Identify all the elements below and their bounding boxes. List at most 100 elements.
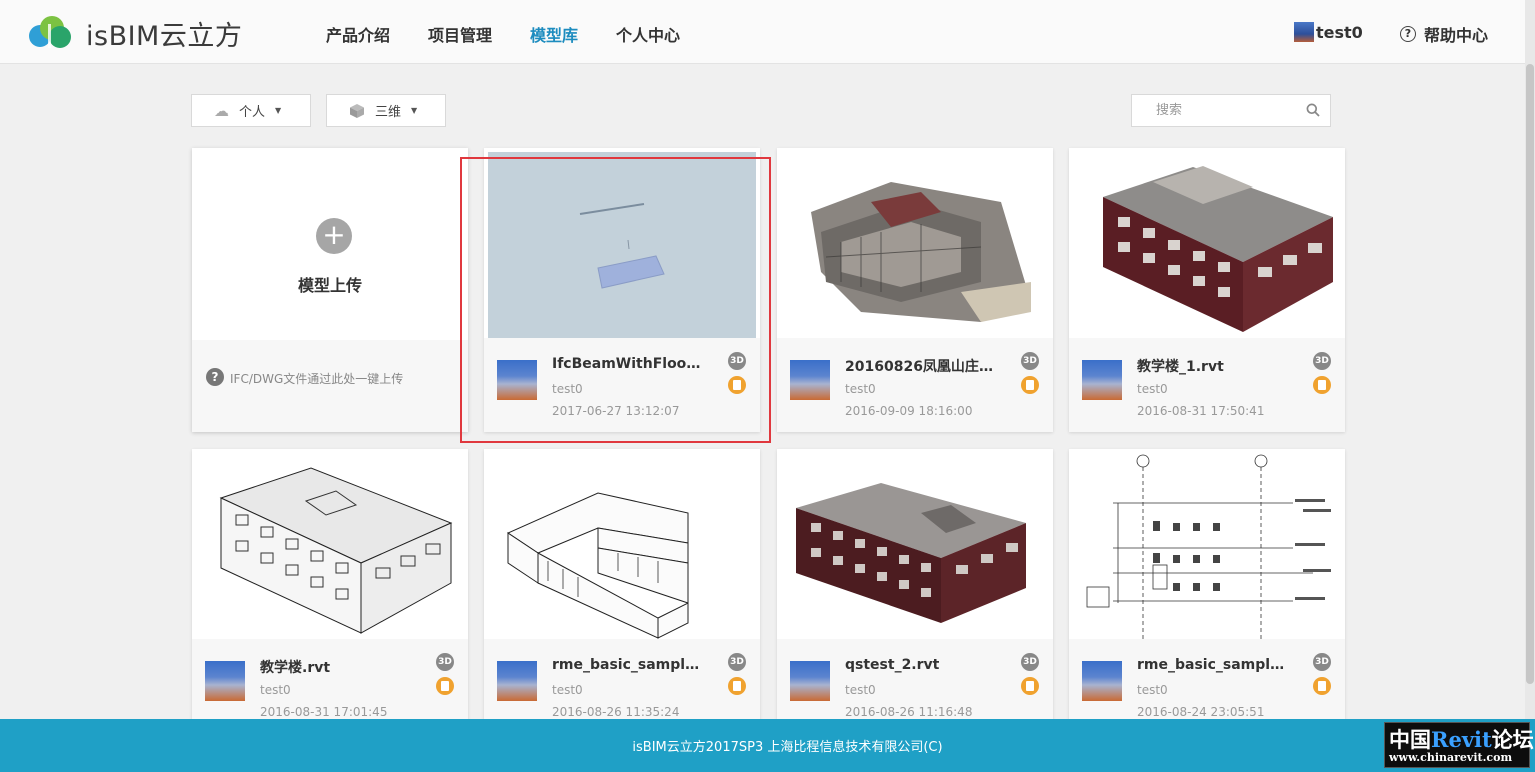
watermark-url: www.chinarevit.com bbox=[1389, 751, 1513, 764]
cloud-icon: ☁ bbox=[214, 101, 229, 120]
model-thumbnail[interactable] bbox=[196, 453, 464, 639]
view-label: 三维 bbox=[375, 105, 402, 120]
plus-icon[interactable]: + bbox=[316, 218, 352, 254]
owner-avatar bbox=[1082, 360, 1122, 400]
model-card[interactable]: 20160826凤凰山庄_... test0 2016-09-09 18:16:… bbox=[777, 148, 1053, 432]
owner-avatar bbox=[790, 360, 830, 400]
3d-badge-icon[interactable]: 3D bbox=[1313, 352, 1331, 370]
document-icon[interactable] bbox=[1313, 677, 1331, 695]
model-thumbnail[interactable] bbox=[488, 152, 756, 338]
upload-hint: IFC/DWG文件通过此处一键上传 bbox=[230, 372, 404, 386]
upload-footer: ? IFC/DWG文件通过此处一键上传 bbox=[192, 340, 468, 432]
model-card[interactable]: rme_basic_sample_... test0 2016-08-24 23… bbox=[1069, 449, 1345, 733]
3d-badge-icon[interactable]: 3D bbox=[1021, 653, 1039, 671]
document-icon[interactable] bbox=[1021, 677, 1039, 695]
footer-bar: isBIM云立方2017SP3 上海比程信息技术有限公司(C) bbox=[0, 719, 1535, 772]
caret-down-icon: ▼ bbox=[411, 106, 418, 115]
watermark-cn-left: 中国 bbox=[1389, 727, 1431, 752]
rme-drawing-thumbnail bbox=[1086, 454, 1331, 639]
school-line-thumbnail bbox=[219, 467, 453, 634]
model-card[interactable]: 教学楼_1.rvt test0 2016-08-31 17:50:41 3D bbox=[1069, 148, 1345, 432]
isbim-logo-icon[interactable] bbox=[26, 14, 74, 50]
model-owner: test0 bbox=[1137, 382, 1168, 396]
owner-avatar bbox=[497, 360, 537, 400]
model-card[interactable]: IfcBeamWithFloor... test0 2017-06-27 13:… bbox=[484, 148, 760, 432]
document-icon[interactable] bbox=[436, 677, 454, 695]
model-title[interactable]: rme_basic_sample_... bbox=[552, 657, 702, 673]
model-date: 2016-08-31 17:50:41 bbox=[1137, 404, 1265, 418]
nav-product-intro[interactable]: 产品介绍 bbox=[326, 22, 390, 46]
page-scrollbar[interactable] bbox=[1525, 0, 1535, 772]
search-icon[interactable] bbox=[1306, 103, 1320, 117]
model-info: 20160826凤凰山庄_... test0 2016-09-09 18:16:… bbox=[777, 338, 1053, 432]
question-icon: ? bbox=[206, 368, 224, 386]
watermark-revit: Revit bbox=[1431, 727, 1492, 752]
model-info: 教学楼_1.rvt test0 2016-08-31 17:50:41 3D bbox=[1069, 338, 1345, 432]
chinarevit-watermark: 中国Revit论坛 www.chinarevit.com bbox=[1384, 722, 1534, 768]
beam-floor-thumbnail bbox=[579, 203, 665, 289]
owner-avatar bbox=[1082, 661, 1122, 701]
watermark-title: 中国Revit论坛 bbox=[1389, 724, 1534, 754]
model-date: 2017-06-27 13:12:07 bbox=[552, 404, 680, 418]
model-owner: test0 bbox=[1137, 683, 1168, 697]
nav-project-management[interactable]: 项目管理 bbox=[428, 22, 492, 46]
model-card[interactable]: rme_basic_sample_... test0 2016-08-26 11… bbox=[484, 449, 760, 733]
model-thumbnail[interactable] bbox=[1073, 453, 1341, 639]
model-owner: test0 bbox=[845, 382, 876, 396]
help-label: 帮助中心 bbox=[1424, 26, 1489, 45]
model-owner: test0 bbox=[552, 382, 583, 396]
scrollbar-thumb[interactable] bbox=[1526, 64, 1534, 684]
brand-name[interactable]: isBIM云立方 bbox=[86, 14, 242, 53]
model-title[interactable]: 教学楼.rvt bbox=[260, 657, 410, 677]
search-input[interactable] bbox=[1132, 95, 1292, 126]
model-card[interactable]: 教学楼.rvt test0 2016-08-31 17:01:45 3D bbox=[192, 449, 468, 733]
top-navbar: isBIM云立方 产品介绍 项目管理 模型库 个人中心 test0 ? 帮助中心 bbox=[0, 0, 1535, 64]
view-dropdown[interactable]: 三维 ▼ bbox=[326, 94, 446, 127]
3d-badge-icon[interactable]: 3D bbox=[1021, 352, 1039, 370]
model-title[interactable]: rme_basic_sample_... bbox=[1137, 657, 1287, 673]
document-icon[interactable] bbox=[1313, 376, 1331, 394]
upload-label: 模型上传 bbox=[297, 276, 362, 295]
user-name: test0 bbox=[1316, 22, 1363, 42]
model-title[interactable]: 20160826凤凰山庄_... bbox=[845, 356, 995, 376]
nav-model-library[interactable]: 模型库 bbox=[530, 22, 578, 46]
rme-line-thumbnail bbox=[506, 492, 689, 639]
model-thumbnail[interactable] bbox=[781, 152, 1049, 338]
3d-badge-icon[interactable]: 3D bbox=[1313, 653, 1331, 671]
help-center-link[interactable]: ? 帮助中心 bbox=[1400, 22, 1488, 46]
footer-copyright: isBIM云立方2017SP3 上海比程信息技术有限公司(C) bbox=[632, 740, 943, 755]
user-avatar bbox=[1294, 22, 1314, 42]
3d-badge-icon[interactable]: 3D bbox=[436, 653, 454, 671]
villa-thumbnail bbox=[811, 182, 1031, 322]
cube-icon bbox=[350, 103, 364, 118]
owner-avatar bbox=[790, 661, 830, 701]
watermark-cn-right: 论坛 bbox=[1491, 727, 1534, 752]
owner-avatar bbox=[497, 661, 537, 701]
model-thumbnail[interactable] bbox=[488, 453, 756, 639]
school-red-thumbnail bbox=[1103, 166, 1333, 332]
nav-personal-center[interactable]: 个人中心 bbox=[616, 22, 680, 46]
model-date: 2016-08-26 11:35:24 bbox=[552, 705, 680, 719]
model-info: IfcBeamWithFloor... test0 2017-06-27 13:… bbox=[484, 338, 760, 432]
model-owner: test0 bbox=[552, 683, 583, 697]
model-owner: test0 bbox=[260, 683, 291, 697]
user-menu[interactable]: test0 bbox=[1294, 22, 1363, 42]
question-circle-icon: ? bbox=[1400, 26, 1416, 42]
document-icon[interactable] bbox=[728, 677, 746, 695]
model-thumbnail[interactable] bbox=[781, 453, 1049, 639]
model-thumbnail[interactable] bbox=[1073, 152, 1341, 338]
model-title[interactable]: IfcBeamWithFloor... bbox=[552, 356, 702, 372]
document-icon[interactable] bbox=[1021, 376, 1039, 394]
document-icon[interactable] bbox=[728, 376, 746, 394]
model-card[interactable]: qstest_2.rvt test0 2016-08-26 11:16:48 3… bbox=[777, 449, 1053, 733]
model-title[interactable]: qstest_2.rvt bbox=[845, 657, 995, 673]
3d-badge-icon[interactable]: 3D bbox=[728, 653, 746, 671]
caret-down-icon: ▼ bbox=[275, 106, 282, 115]
model-upload-card[interactable]: + 模型上传 ? IFC/DWG文件通过此处一键上传 bbox=[192, 148, 468, 432]
model-title[interactable]: 教学楼_1.rvt bbox=[1137, 356, 1287, 376]
3d-badge-icon[interactable]: 3D bbox=[728, 352, 746, 370]
scope-dropdown[interactable]: ☁ 个人 ▼ bbox=[191, 94, 311, 127]
qstest-thumbnail bbox=[796, 483, 1026, 623]
model-date: 2016-09-09 18:16:00 bbox=[845, 404, 973, 418]
owner-avatar bbox=[205, 661, 245, 701]
